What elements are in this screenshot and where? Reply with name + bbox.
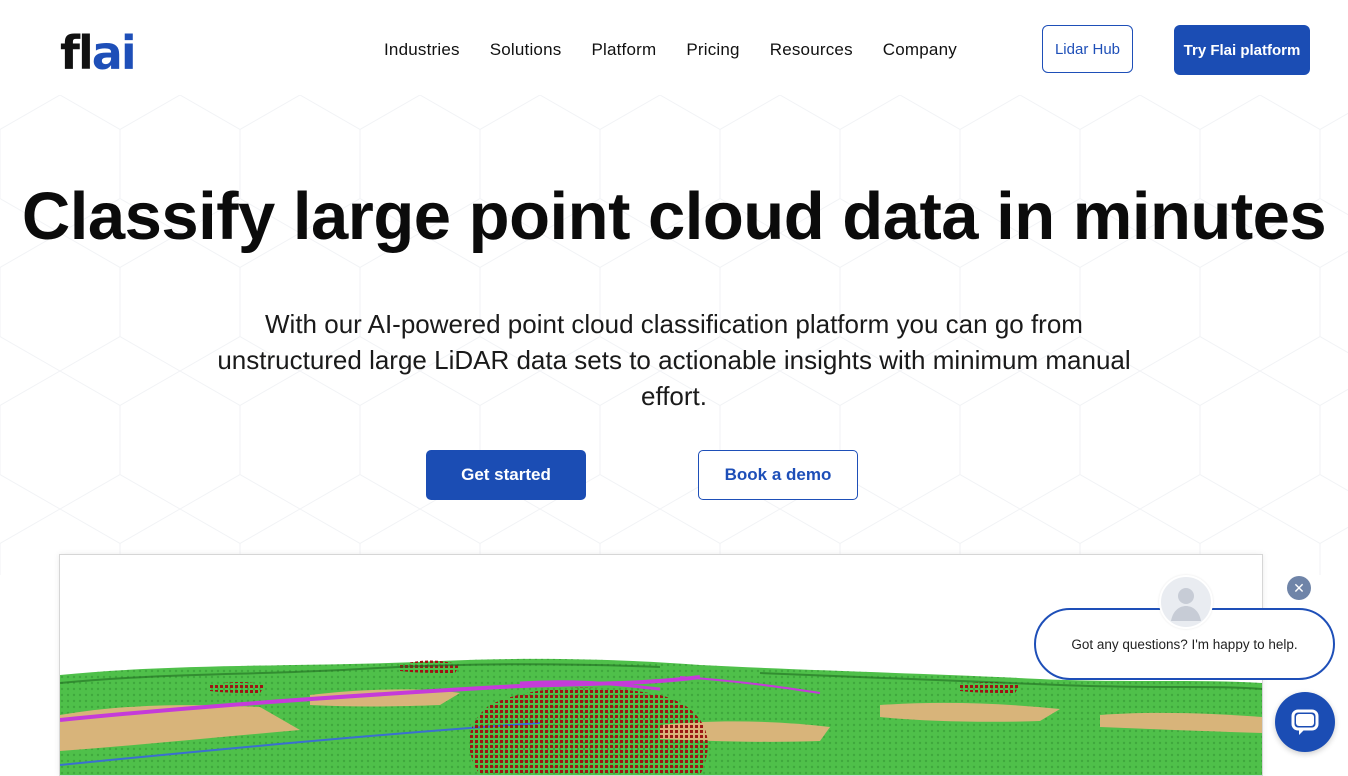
flai-logo[interactable]: fl ai — [60, 24, 137, 80]
nav-item-solutions[interactable]: Solutions — [490, 40, 562, 60]
nav-item-resources[interactable]: Resources — [770, 40, 853, 60]
chat-icon — [1291, 709, 1319, 735]
chat-agent-avatar — [1159, 575, 1213, 629]
hero-subtitle: With our AI-powered point cloud classifi… — [217, 309, 1131, 411]
nav-item-industries[interactable]: Industries — [384, 40, 460, 60]
try-flai-platform-button[interactable]: Try Flai platform — [1174, 25, 1310, 75]
nav-item-platform[interactable]: Platform — [591, 40, 656, 60]
chat-close-icon[interactable]: ✕ — [1287, 576, 1311, 600]
book-demo-button[interactable]: Book a demo — [698, 450, 858, 500]
logo-text-ai: ai — [91, 26, 137, 80]
chat-launcher-button[interactable] — [1275, 692, 1335, 752]
hero-title: Classify large point cloud data in minut… — [21, 179, 1327, 254]
logo-text-fl: fl — [60, 26, 94, 80]
get-started-button[interactable]: Get started — [426, 450, 586, 500]
chat-prompt-text: Got any questions? I'm happy to help. — [1071, 636, 1298, 652]
main-nav: Industries Solutions Platform Pricing Re… — [384, 40, 987, 60]
nav-item-pricing[interactable]: Pricing — [686, 40, 739, 60]
lidar-hub-button[interactable]: Lidar Hub — [1042, 25, 1133, 73]
user-avatar-icon — [1171, 588, 1201, 621]
nav-item-company[interactable]: Company — [883, 40, 957, 60]
